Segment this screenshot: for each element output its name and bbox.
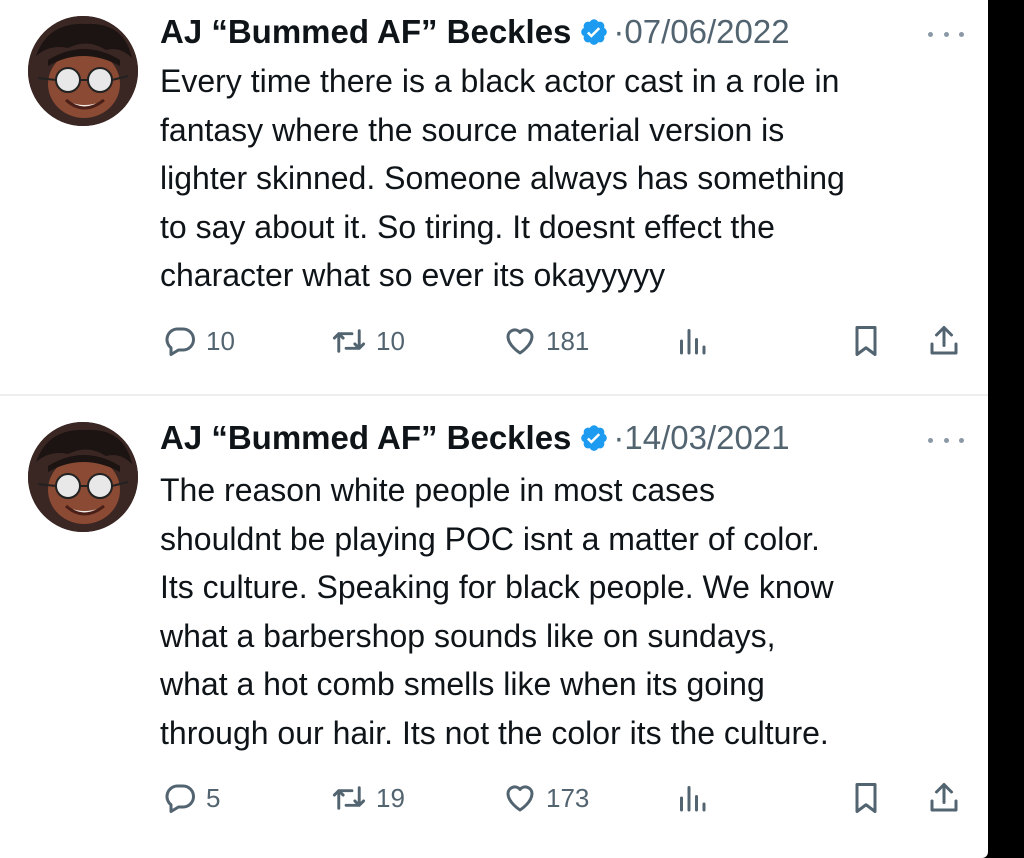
tweet-text-line: shouldnt be playing POC isnt a matter of… [160, 520, 820, 557]
verified-badge-icon [579, 423, 609, 453]
tweet-text-line: Every time there is a black actor cast i… [160, 63, 840, 99]
author-name[interactable]: AJ “Bummed AF” Beckles [160, 12, 571, 52]
avatar[interactable] [28, 16, 138, 126]
tweet[interactable]: AJ “Bummed AF” Beckles · 14/03/2021 The … [0, 396, 988, 858]
tweet-header: AJ “Bummed AF” Beckles · 14/03/2021 [160, 418, 790, 458]
tweet-text: Every time there is a black actor cast i… [160, 57, 980, 300]
reply-count: 5 [206, 782, 221, 813]
more-icon[interactable] [928, 430, 964, 450]
bookmark-button[interactable] [848, 778, 884, 818]
reply-count: 10 [206, 325, 235, 356]
separator: · [613, 13, 625, 50]
retweet-count: 19 [376, 782, 405, 813]
share-icon [930, 326, 958, 355]
views-icon [680, 786, 706, 812]
heart-icon [506, 785, 534, 812]
more-icon[interactable] [928, 24, 964, 44]
share-button[interactable] [926, 321, 962, 361]
reply-button[interactable]: 5 [162, 778, 220, 818]
retweet-button[interactable]: 10 [330, 321, 405, 361]
tweet-text-line: fantasy where the source material versio… [160, 111, 785, 148]
heart-icon [506, 328, 534, 355]
tweet-text: The reason white people in most cases sh… [160, 466, 980, 757]
views-button[interactable] [674, 321, 710, 361]
bookmark-icon [855, 783, 877, 813]
tweet-actions: 5 19 173 [160, 778, 970, 818]
avatar[interactable] [28, 422, 138, 532]
like-count: 181 [546, 325, 590, 356]
tweet-text-line: The reason white people in most cases [160, 472, 715, 508]
tweet-date[interactable]: 14/03/2021 [624, 418, 789, 458]
tweet-actions: 10 10 181 [160, 321, 970, 361]
tweet-text-line: to say about it. So tiring. It doesnt ef… [160, 208, 775, 245]
like-button[interactable]: 181 [502, 321, 589, 361]
tweet-text-line: Its culture. Speaking for black people. … [160, 569, 834, 605]
retweet-count: 10 [376, 325, 405, 356]
author-name[interactable]: AJ “Bummed AF” Beckles [160, 418, 571, 458]
bookmark-icon [855, 326, 877, 356]
tweet-screenshot: AJ “Bummed AF” Beckles · 07/06/2022 Ever… [0, 0, 988, 858]
separator: · [613, 419, 625, 456]
retweet-icon [332, 786, 366, 810]
bookmark-button[interactable] [848, 321, 884, 361]
tweet-text-line: character what so ever its okayyyyy [160, 257, 666, 293]
verified-badge-icon [579, 17, 609, 47]
reply-icon [165, 784, 195, 813]
tweet-date[interactable]: 07/06/2022 [624, 12, 789, 52]
share-icon [930, 783, 958, 812]
reply-icon [165, 327, 195, 356]
tweet-text-line: lighter skinned. Someone always has some… [160, 160, 845, 196]
tweet-header: AJ “Bummed AF” Beckles · 07/06/2022 [160, 12, 790, 52]
retweet-button[interactable]: 19 [330, 778, 405, 818]
tweet-text-line: what a barbershop sounds like on sundays… [160, 617, 776, 654]
tweet-text-line: what a hot comb smells like when its goi… [160, 666, 765, 702]
reply-button[interactable]: 10 [162, 321, 235, 361]
like-count: 173 [546, 782, 590, 813]
like-button[interactable]: 173 [502, 778, 589, 818]
share-button[interactable] [926, 778, 962, 818]
views-icon [680, 329, 706, 355]
tweet-text-line: through our hair. Its not the color its … [160, 714, 829, 751]
views-button[interactable] [674, 778, 710, 818]
retweet-icon [332, 329, 366, 353]
tweet[interactable]: AJ “Bummed AF” Beckles · 07/06/2022 Ever… [0, 0, 988, 394]
